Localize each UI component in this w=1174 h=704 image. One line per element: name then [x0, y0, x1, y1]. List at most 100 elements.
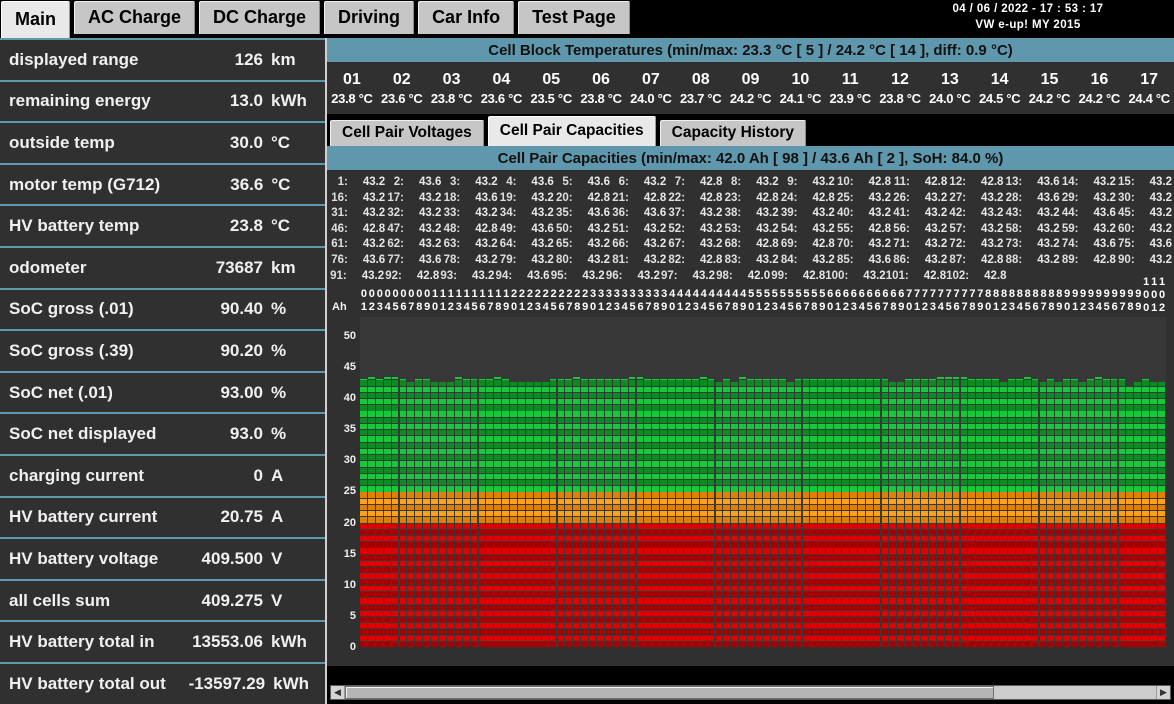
chart-bar-segment [1086, 536, 1094, 542]
chart-bar-segment [1055, 411, 1063, 417]
chart-bar-segment [431, 417, 438, 424]
chart-bar-segment [1023, 486, 1031, 492]
chart-bar-segment [510, 448, 517, 455]
chart-bar-segment [415, 517, 423, 523]
subtab-cell-pair-capacities[interactable]: Cell Pair Capacities [486, 115, 657, 146]
chart-bar-segment [407, 473, 415, 480]
chart-bar-segment [383, 492, 391, 498]
chart-bar-segment [1031, 498, 1039, 504]
chart-bar-segment [747, 479, 754, 486]
chart-bar-segment [715, 511, 723, 517]
capacity-item-index: 22: [668, 191, 692, 204]
chart-bar-segment [518, 523, 525, 529]
chart-bar-segment [533, 473, 541, 480]
capacity-item-index: 90: [1118, 253, 1142, 266]
chart-bar-segment [525, 523, 533, 529]
chart-bar-segment [486, 486, 494, 492]
chart-bar-segment [842, 629, 849, 635]
chart-bar-segment [612, 473, 620, 480]
chart-bar-segment [984, 592, 992, 598]
chart-bar-segment [549, 560, 557, 567]
chart-bar-segment [968, 455, 976, 461]
chart-bar-segment [415, 430, 423, 436]
chart-bar-segment [660, 448, 668, 455]
chart-bar-segment [383, 455, 391, 461]
chart-bar-segment [1039, 448, 1047, 455]
chart-bar-segment [1055, 467, 1063, 473]
chart-bar-segment [423, 573, 430, 579]
chart-bar-segment [494, 479, 502, 486]
chart-bar-segment [1134, 436, 1142, 442]
chart-bar-segment [936, 554, 944, 560]
chart-bar-segment [446, 616, 454, 623]
chart-bar [897, 381, 905, 648]
chart-bar-segment [454, 579, 462, 585]
chart-bar-segment [707, 504, 715, 511]
capacity-list-item: 102: 42.8 [946, 269, 1006, 285]
chart-bar-segment [1047, 629, 1055, 635]
chart-bar-segment [763, 635, 770, 641]
chart-bar-segment [510, 486, 517, 492]
chart-bar-segment [1094, 623, 1102, 629]
tab-ac-charge[interactable]: AC Charge [73, 0, 197, 34]
chart-bar-segment [810, 623, 818, 629]
chart-x-tick: 01 [360, 288, 367, 314]
chart-bar-segment [778, 423, 786, 430]
chart-bar-segment [691, 573, 699, 579]
chart-bar-segment [360, 448, 367, 455]
chart-bar-segment [1015, 411, 1023, 417]
chart-bar-segment [707, 423, 715, 430]
chart-bar-segment [604, 423, 612, 430]
tab-main[interactable]: Main [0, 0, 72, 38]
chart-bar-segment [707, 479, 715, 486]
chart-bar-segment [399, 386, 407, 392]
capacity-item-value: 43.2 [362, 238, 386, 251]
chart-bar-segment [984, 392, 992, 399]
chart-x-tick: 83 [1008, 288, 1015, 314]
chart-bar-segment [399, 455, 407, 461]
chart-x-tick: 21 [518, 288, 526, 314]
chart-bar-segment [683, 629, 691, 635]
chart-bar-segment [731, 585, 739, 592]
tab-dc-charge[interactable]: DC Charge [198, 0, 322, 34]
chart-bar-segment [407, 635, 415, 641]
capacity-list-item: 70: 43.2 [835, 237, 891, 253]
chart-bar-segment [842, 448, 849, 455]
tab-car-info[interactable]: Car Info [417, 0, 516, 34]
chart-bar-segment [826, 548, 833, 554]
chart-bar-segment [763, 548, 770, 554]
tab-driving[interactable]: Driving [323, 0, 416, 34]
chart-bar-segment [794, 504, 802, 511]
chart-bar-segment [541, 523, 549, 529]
chart-bar-segment [1031, 461, 1039, 467]
chart-bar-segment [834, 554, 841, 560]
chart-bar-segment [1094, 467, 1102, 473]
chart-bar-segment [1079, 423, 1086, 430]
capacity-item-index: 5: [562, 176, 580, 188]
chart-bar-segment [652, 623, 660, 629]
chart-bar-segment [873, 386, 881, 392]
capacity-list-item: 91: 43.2 [329, 269, 384, 285]
chart-bar-segment [486, 430, 494, 436]
chart-x-tick: 42 [684, 288, 691, 314]
chart-bar-segment [834, 585, 841, 592]
chart-bar-segment [565, 448, 573, 455]
chart-bar-segment [960, 430, 968, 436]
chart-x-tick: 56 [795, 288, 802, 314]
chart-bar-segment [747, 455, 754, 461]
chart-bar-segment [1102, 592, 1110, 598]
chart-bar-segment [731, 610, 739, 617]
chart-bar-segment [960, 616, 968, 623]
chart-bar-segment [691, 542, 699, 548]
chart-bar-segment [486, 554, 494, 560]
chart-bar-segment [810, 386, 818, 392]
chart-bar-segment [731, 573, 739, 579]
chart-bar-segment [533, 560, 541, 567]
subtab-cell-pair-voltages[interactable]: Cell Pair Voltages [329, 119, 485, 146]
chart-bar-segment [905, 517, 913, 523]
chart-bar-segment [391, 610, 399, 617]
chart-bar-segment [873, 473, 881, 480]
subtab-capacity-history[interactable]: Capacity History [658, 119, 807, 146]
chart-bar-segment [652, 455, 660, 461]
tab-test-page[interactable]: Test Page [517, 0, 631, 34]
